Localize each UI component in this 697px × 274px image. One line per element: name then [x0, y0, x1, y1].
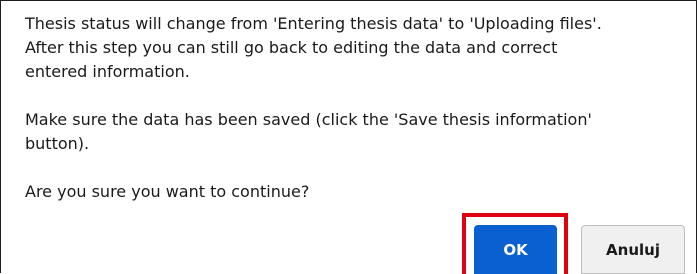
message-line: button).	[25, 134, 90, 153]
message-paragraph-save-reminder: Make sure the data has been saved (click…	[25, 108, 691, 156]
message-line: After this step you can still go back to…	[25, 38, 558, 57]
message-paragraph-confirm-question: Are you sure you want to continue?	[25, 180, 691, 204]
dialog-message: Thesis status will change from 'Entering…	[25, 12, 691, 204]
message-line: Are you sure you want to continue?	[25, 182, 310, 201]
message-line: Make sure the data has been saved (click…	[25, 110, 592, 129]
cancel-button[interactable]: Anuluj	[581, 225, 685, 274]
confirm-dialog: Thesis status will change from 'Entering…	[0, 0, 697, 274]
message-paragraph-status-change: Thesis status will change from 'Entering…	[25, 12, 691, 84]
message-line: entered information.	[25, 62, 190, 81]
ok-button[interactable]: OK	[474, 225, 557, 274]
message-line: Thesis status will change from 'Entering…	[25, 14, 602, 33]
